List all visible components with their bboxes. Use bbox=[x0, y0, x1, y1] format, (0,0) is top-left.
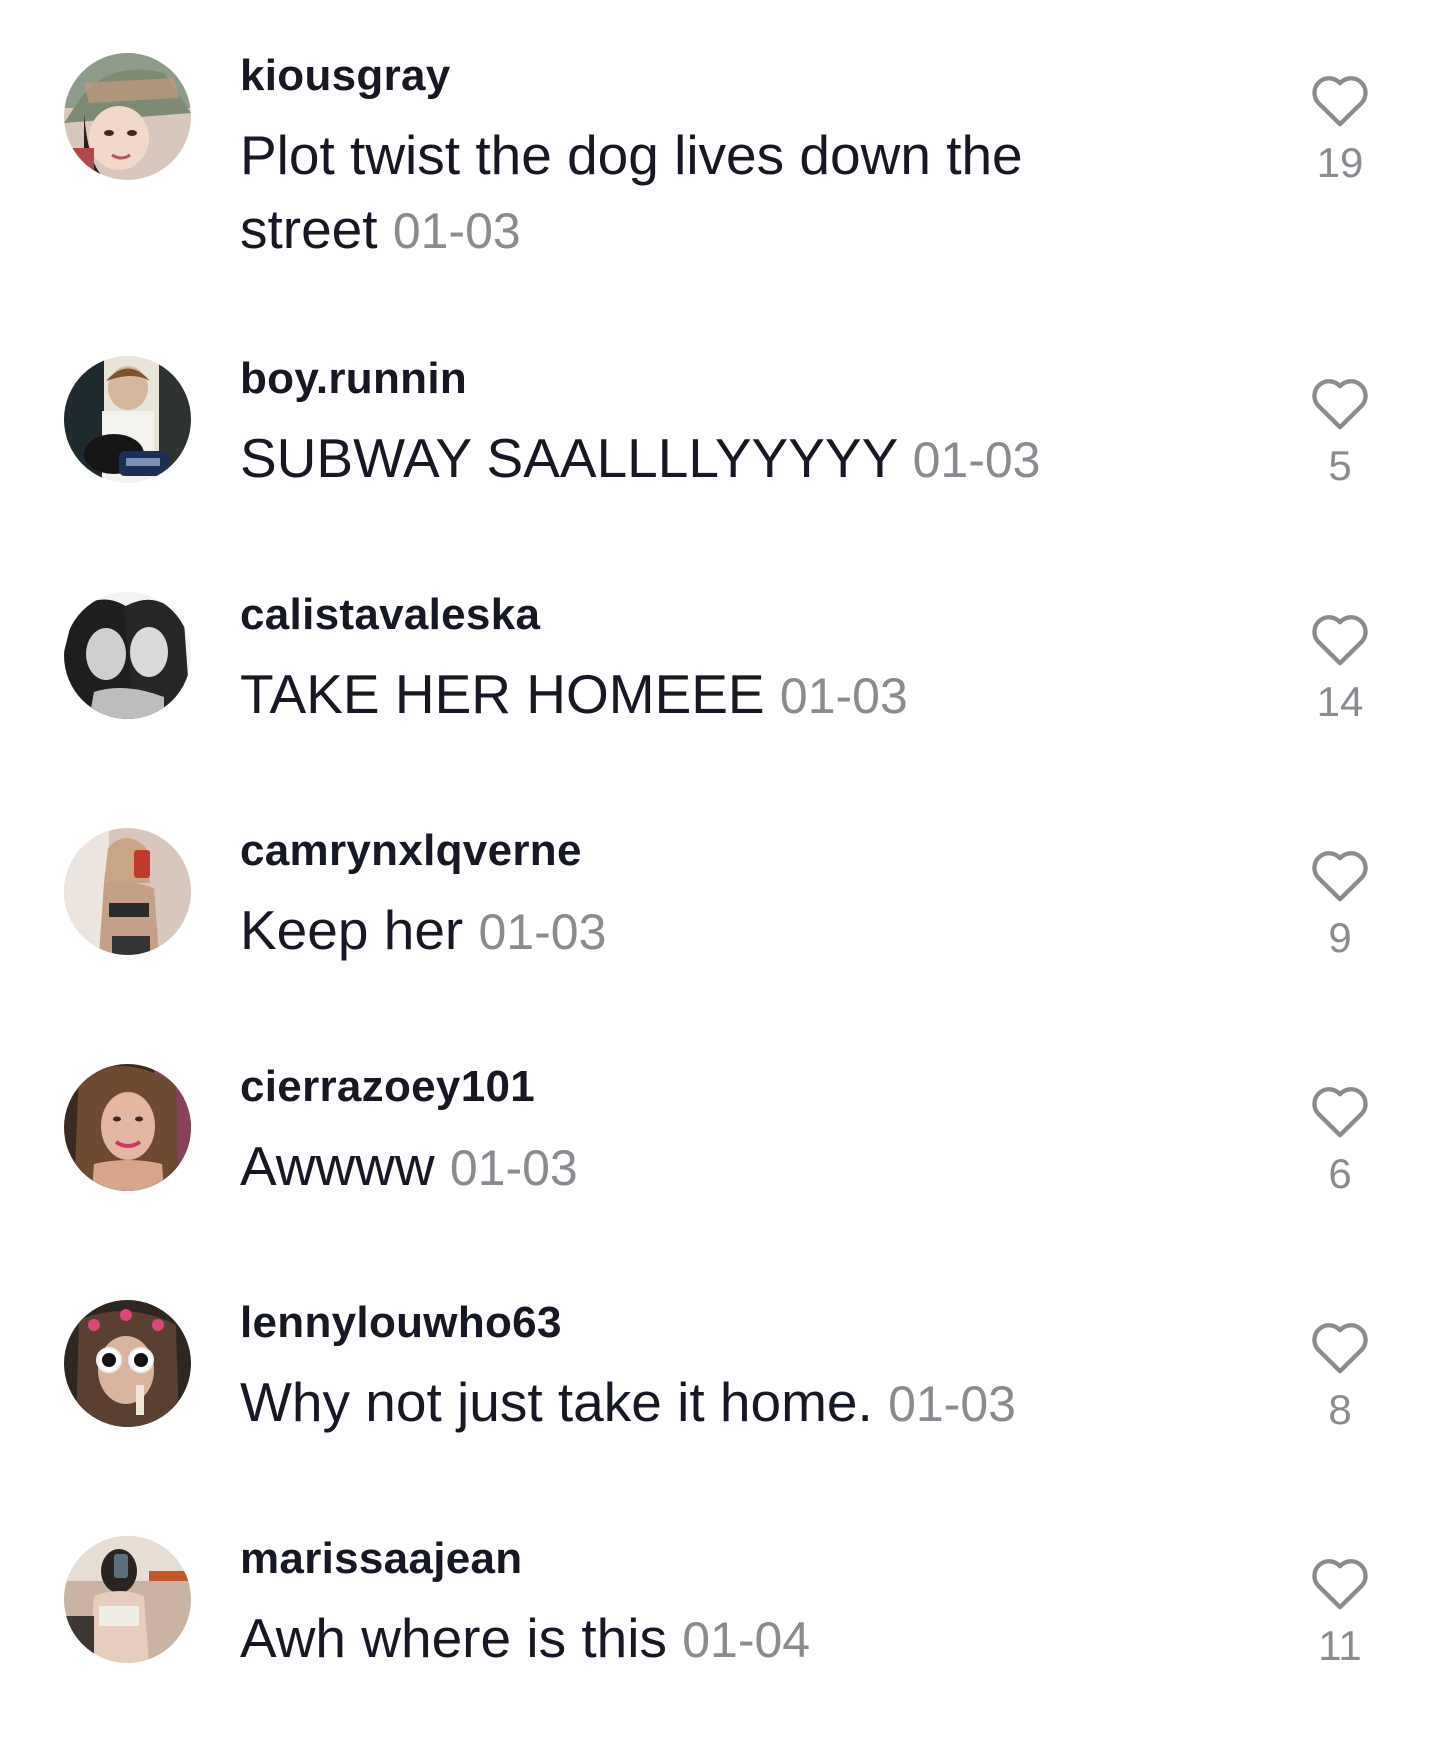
comment-username[interactable]: cierrazoey101 bbox=[240, 1061, 1130, 1113]
avatar-image bbox=[64, 828, 191, 955]
like-button[interactable]: 6 bbox=[1300, 1083, 1380, 1199]
like-count: 11 bbox=[1318, 1622, 1362, 1669]
like-count: 8 bbox=[1328, 1386, 1352, 1433]
like-count: 6 bbox=[1328, 1150, 1352, 1197]
comment-message: Keep her bbox=[240, 899, 464, 961]
heart-outline-icon bbox=[1312, 1323, 1368, 1374]
comment-username[interactable]: kiousgray bbox=[240, 50, 1130, 102]
avatar[interactable] bbox=[64, 1536, 191, 1663]
comment-date: 01-03 bbox=[912, 432, 1041, 488]
avatar-image bbox=[64, 1300, 191, 1427]
avatar[interactable] bbox=[64, 592, 191, 719]
comment-username[interactable]: boy.runnin bbox=[240, 353, 1130, 405]
like-button[interactable]: 9 bbox=[1300, 847, 1380, 963]
comment-text: Awh where is this 01-04 bbox=[240, 1601, 1130, 1677]
comment-text: TAKE HER HOMEEE 01-03 bbox=[240, 657, 1130, 733]
like-button[interactable]: 11 bbox=[1300, 1555, 1380, 1671]
comment-date: 01-04 bbox=[682, 1612, 811, 1668]
like-button[interactable]: 14 bbox=[1300, 611, 1380, 727]
comment-text: SUBWAY SAALLLLYYYYY 01-03 bbox=[240, 421, 1130, 497]
comment-body: camrynxlqverne Keep her 01-03 bbox=[240, 825, 1130, 969]
avatar-image bbox=[64, 356, 191, 483]
comment-username[interactable]: calistavaleska bbox=[240, 589, 1130, 641]
heart-outline-icon bbox=[1312, 379, 1368, 430]
comment-message: Awh where is this bbox=[240, 1607, 667, 1669]
comment-date: 01-03 bbox=[392, 203, 521, 259]
avatar[interactable] bbox=[64, 1064, 191, 1191]
comment-text: Plot twist the dog lives down the street… bbox=[240, 118, 1130, 268]
comment-body: boy.runnin SUBWAY SAALLLLYYYYY 01-03 bbox=[240, 353, 1130, 497]
heart-outline-icon bbox=[1312, 1559, 1368, 1610]
comment-date: 01-03 bbox=[779, 668, 908, 724]
like-count: 5 bbox=[1328, 442, 1352, 489]
comment-body: kiousgray Plot twist the dog lives down … bbox=[240, 50, 1130, 268]
comment-date: 01-03 bbox=[888, 1376, 1016, 1432]
comment-date: 01-03 bbox=[478, 904, 607, 960]
heart-outline-icon bbox=[1312, 76, 1368, 127]
avatar[interactable] bbox=[64, 53, 191, 180]
heart-outline-icon bbox=[1312, 615, 1368, 666]
comment-body: marissaajean Awh where is this 01-04 bbox=[240, 1533, 1130, 1677]
like-count: 14 bbox=[1316, 678, 1364, 725]
comment-message: Plot twist the dog lives down the street bbox=[240, 124, 1023, 260]
comment-text: Keep her 01-03 bbox=[240, 893, 1130, 969]
avatar[interactable] bbox=[64, 1300, 191, 1427]
avatar[interactable] bbox=[64, 828, 191, 955]
heart-outline-icon bbox=[1312, 851, 1368, 902]
comment-body: cierrazoey101 Awwww 01-03 bbox=[240, 1061, 1130, 1205]
comment-username[interactable]: lennylouwho63 bbox=[240, 1297, 1130, 1349]
avatar-image bbox=[64, 1536, 191, 1663]
avatar-image bbox=[64, 592, 191, 719]
comment-date: 01-03 bbox=[449, 1140, 578, 1196]
comment-message: TAKE HER HOMEEE bbox=[240, 663, 765, 725]
comment-username[interactable]: marissaajean bbox=[240, 1533, 1130, 1585]
comment-text: Why not just take it home. 01-03 bbox=[240, 1365, 1130, 1441]
comment-body: lennylouwho63 Why not just take it home.… bbox=[240, 1297, 1130, 1441]
comment-message: Why not just take it home. bbox=[240, 1371, 873, 1433]
like-button[interactable]: 8 bbox=[1300, 1319, 1380, 1435]
comment-message: Awwww bbox=[240, 1135, 435, 1197]
like-count: 9 bbox=[1328, 914, 1352, 961]
comment-username[interactable]: camrynxlqverne bbox=[240, 825, 1130, 877]
comment-body: calistavaleska TAKE HER HOMEEE 01-03 bbox=[240, 589, 1130, 733]
comment-message: SUBWAY SAALLLLYYYYY bbox=[240, 427, 898, 489]
comment-text: Awwww 01-03 bbox=[240, 1129, 1130, 1205]
like-button[interactable]: 19 bbox=[1300, 72, 1380, 188]
avatar-image bbox=[64, 1064, 191, 1191]
avatar[interactable] bbox=[64, 356, 191, 483]
heart-outline-icon bbox=[1312, 1087, 1368, 1138]
like-button[interactable]: 5 bbox=[1300, 375, 1380, 491]
avatar-image bbox=[64, 53, 191, 180]
like-count: 19 bbox=[1316, 139, 1364, 186]
